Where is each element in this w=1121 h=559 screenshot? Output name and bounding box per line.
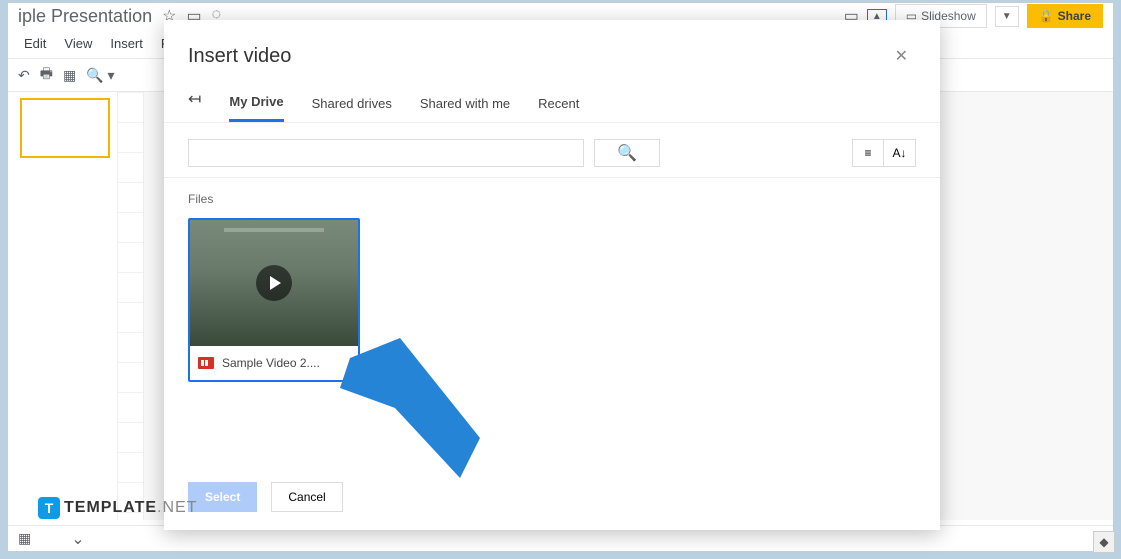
file-name: Sample Video 2....: [222, 356, 320, 370]
play-icon: [256, 265, 292, 301]
slide-thumbnail-1[interactable]: [20, 98, 110, 158]
modal-tabs: ↤ My Drive Shared drives Shared with me …: [164, 78, 940, 123]
share-label: Share: [1058, 9, 1091, 23]
menu-edit[interactable]: Edit: [16, 32, 54, 55]
search-input[interactable]: [188, 139, 584, 167]
menu-insert[interactable]: Insert: [102, 32, 151, 55]
menu-view[interactable]: View: [56, 32, 100, 55]
modal-header: Insert video ✕: [164, 20, 940, 78]
tab-shared-drives[interactable]: Shared drives: [312, 88, 392, 121]
vertical-ruler: [118, 92, 144, 520]
back-icon[interactable]: ↤: [188, 89, 201, 119]
grid-icon[interactable]: ▦: [18, 530, 31, 547]
doc-title: iple Presentation: [18, 6, 152, 27]
watermark-light: .NET: [157, 499, 197, 517]
sort-view-icon[interactable]: A↓: [884, 139, 916, 167]
video-icon: [198, 357, 214, 369]
search-button[interactable]: 🔍: [594, 139, 660, 167]
tab-recent[interactable]: Recent: [538, 88, 579, 121]
share-button[interactable]: 🔒 Share: [1027, 4, 1103, 28]
watermark-bold: TEMPLATE: [64, 499, 157, 517]
lock-icon: 🔒: [1039, 9, 1054, 23]
search-icon: 🔍: [617, 143, 637, 163]
watermark-badge: T: [38, 497, 60, 519]
close-icon[interactable]: ✕: [887, 42, 916, 70]
slide-panel: [8, 92, 118, 520]
zoom-icon[interactable]: 🔍 ▾: [86, 67, 114, 84]
tab-my-drive[interactable]: My Drive: [229, 86, 283, 122]
file-card-sample-video[interactable]: Sample Video 2....: [188, 218, 360, 382]
list-view-icon[interactable]: ≡: [852, 139, 884, 167]
modal-body: Files Sample Video 2....: [164, 178, 940, 472]
explore-corner-icon[interactable]: ◆: [1093, 531, 1115, 553]
view-toggle: ≡ A↓: [852, 139, 916, 167]
file-label: Sample Video 2....: [190, 346, 358, 380]
cancel-button[interactable]: Cancel: [271, 482, 342, 512]
insert-video-modal: Insert video ✕ ↤ My Drive Shared drives …: [164, 20, 940, 530]
undo-icon[interactable]: ↶: [18, 67, 30, 84]
print-icon[interactable]: 🖶: [40, 63, 53, 87]
slideshow-dropdown-icon[interactable]: ▼: [995, 6, 1019, 27]
file-thumbnail: [190, 220, 358, 346]
modal-footer: Select Cancel: [164, 472, 940, 530]
select-button[interactable]: Select: [188, 482, 257, 512]
modal-title: Insert video: [188, 45, 291, 68]
watermark: T TEMPLATE .NET: [38, 497, 197, 519]
tab-shared-with-me[interactable]: Shared with me: [420, 88, 510, 121]
files-section-title: Files: [188, 192, 916, 206]
modal-search-row: 🔍 ≡ A↓: [164, 123, 940, 178]
chevron-down-icon[interactable]: ⌄: [71, 529, 84, 549]
paint-icon[interactable]: ▦: [63, 67, 76, 84]
